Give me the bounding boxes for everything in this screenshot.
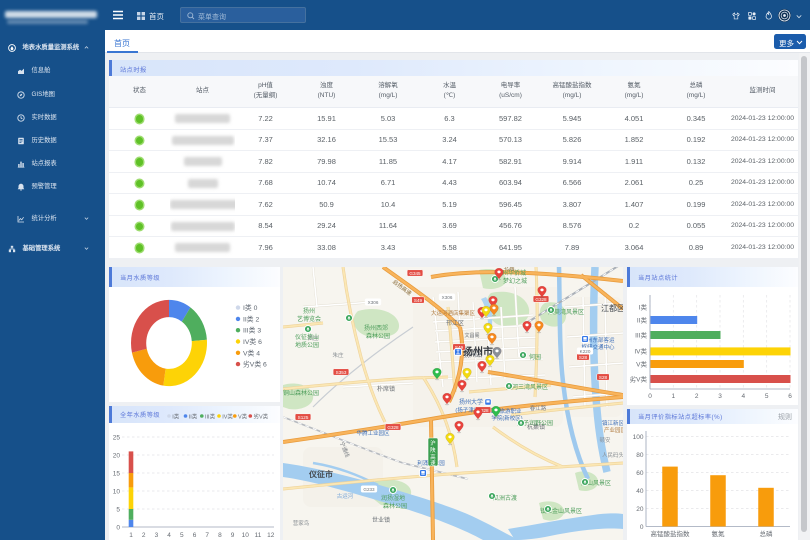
svg-text:江都区: 江都区 [601, 304, 623, 313]
svg-text:1: 1 [129, 532, 133, 539]
svg-text:仪征市: 仪征市 [308, 469, 333, 479]
svg-text:扬州站: 扬州站 [464, 351, 482, 359]
svg-text:宁通线: 宁通线 [338, 440, 352, 459]
svg-text:文昌阁: 文昌阁 [464, 332, 479, 339]
svg-text:12: 12 [267, 532, 275, 539]
svg-text:S49: S49 [414, 298, 423, 303]
svg-text:森林公园: 森林公园 [383, 502, 407, 510]
svg-text:朴席镇: 朴席镇 [377, 385, 395, 393]
svg-text:K220: K220 [580, 349, 591, 354]
svg-text:4: 4 [741, 393, 745, 400]
svg-text:G233: G233 [363, 487, 375, 492]
svg-text:II类: II类 [189, 412, 198, 420]
svg-text:高锰酸盐指数: 高锰酸盐指数 [651, 529, 691, 538]
svg-text:镇江新区: 镇江新区 [602, 419, 623, 427]
svg-text:S125: S125 [298, 415, 309, 420]
svg-text:10: 10 [113, 488, 121, 495]
svg-text:扬州西郊: 扬州西郊 [364, 324, 388, 332]
svg-text:V类: V类 [238, 412, 248, 420]
svg-text:7: 7 [205, 532, 209, 539]
svg-text:100: 100 [633, 434, 644, 441]
svg-text:5: 5 [116, 506, 120, 513]
svg-text:0: 0 [640, 524, 644, 531]
svg-text:III类: III类 [635, 330, 647, 339]
svg-text:10: 10 [242, 532, 250, 539]
svg-text:X306: X306 [442, 295, 453, 300]
svg-text:产业园区: 产业园区 [604, 426, 623, 434]
svg-text:V类 4: V类 4 [243, 348, 260, 357]
svg-text:仪征捺山: 仪征捺山 [295, 333, 319, 341]
svg-text:0: 0 [116, 524, 120, 531]
svg-text:IV类 6: IV类 6 [243, 337, 262, 346]
svg-text:扬州: 扬州 [303, 307, 315, 315]
svg-text:2: 2 [142, 532, 146, 539]
svg-text:S28: S28 [599, 375, 608, 380]
svg-text:6: 6 [193, 532, 197, 539]
svg-text:沪: 沪 [430, 439, 435, 447]
svg-text:IV类: IV类 [222, 412, 233, 420]
svg-text:III类 3: III类 3 [243, 326, 261, 335]
svg-text:氨氮: 氨氮 [712, 529, 726, 538]
svg-text:润扬湿地: 润扬湿地 [381, 494, 405, 502]
svg-text:森林公园: 森林公园 [366, 332, 390, 340]
svg-text:梦幻之城: 梦幻之城 [503, 277, 527, 285]
svg-text:3: 3 [718, 393, 722, 400]
svg-text:铜山森林公园: 铜山森林公园 [283, 389, 319, 397]
svg-text:朱庄: 朱庄 [332, 351, 344, 359]
svg-text:I类: I类 [639, 302, 648, 311]
svg-text:III类: III类 [205, 412, 216, 420]
svg-text:5: 5 [180, 532, 184, 539]
svg-text:劣V类: 劣V类 [630, 374, 648, 383]
svg-text:X306: X306 [368, 300, 379, 305]
svg-text:25: 25 [113, 434, 121, 441]
svg-text:11: 11 [255, 532, 262, 539]
svg-text:II类: II类 [637, 315, 648, 324]
svg-text:20: 20 [636, 506, 644, 513]
svg-text:启扬高速: 启扬高速 [391, 278, 414, 298]
svg-text:春江路: 春江路 [530, 404, 547, 412]
svg-text:G345: G345 [409, 271, 421, 276]
svg-text:5: 5 [765, 393, 769, 400]
svg-text:20: 20 [113, 452, 121, 459]
svg-text:古运河: 古运河 [337, 492, 354, 500]
svg-text:地质公园: 地质公园 [295, 341, 319, 349]
svg-text:2: 2 [695, 393, 699, 400]
svg-text:S28: S28 [579, 355, 588, 360]
svg-text:9: 9 [231, 532, 235, 539]
svg-text:邗江区: 邗江区 [446, 319, 464, 327]
svg-text:40: 40 [636, 488, 644, 495]
svg-text:0: 0 [648, 393, 652, 400]
svg-text:高: 高 [430, 453, 436, 461]
svg-text:3: 3 [155, 532, 159, 539]
svg-text:IV类: IV类 [634, 347, 647, 356]
svg-text:60: 60 [636, 470, 644, 477]
svg-text:顿安: 顿安 [599, 436, 611, 444]
svg-text:I类 0: I类 0 [243, 303, 258, 312]
svg-text:速: 速 [430, 460, 436, 467]
svg-text:15: 15 [113, 470, 121, 477]
svg-text:世业镇: 世业镇 [372, 516, 390, 524]
svg-text:I类: I类 [172, 412, 180, 420]
svg-text:扬州大学: 扬州大学 [459, 398, 483, 406]
svg-text:6: 6 [788, 393, 792, 400]
svg-text:人民码头: 人民码头 [602, 451, 623, 459]
svg-text:劣V类: 劣V类 [254, 412, 269, 420]
svg-text:8: 8 [218, 532, 222, 539]
svg-text:S353: S353 [336, 370, 347, 375]
svg-text:大运河酒店集聚区: 大运河酒店集聚区 [431, 309, 476, 317]
svg-text:劣V类 6: 劣V类 6 [243, 360, 267, 369]
svg-text:4: 4 [167, 532, 171, 539]
svg-text:何园: 何园 [529, 353, 541, 361]
svg-text:1: 1 [671, 393, 675, 400]
svg-text:G328: G328 [387, 425, 399, 430]
svg-text:华腾工业园区: 华腾工业园区 [356, 429, 390, 437]
svg-text:营家鸟: 营家鸟 [293, 519, 310, 527]
svg-text:瓜洲古渡: 瓜洲古渡 [493, 494, 517, 502]
svg-text:艺博览会: 艺博览会 [297, 315, 321, 323]
svg-text:80: 80 [636, 452, 644, 459]
svg-text:V类: V类 [636, 359, 647, 368]
svg-text:总磷: 总磷 [760, 529, 774, 538]
svg-text:II类 2: II类 2 [243, 314, 259, 323]
svg-text:陕: 陕 [430, 446, 436, 454]
